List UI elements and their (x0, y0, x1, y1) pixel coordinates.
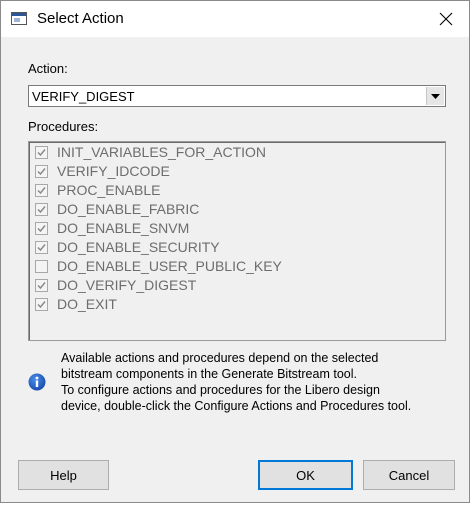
procedure-label: DO_VERIFY_DIGEST (57, 277, 197, 293)
info-line: device, double-click the Configure Actio… (61, 399, 412, 413)
close-icon (439, 12, 453, 26)
procedure-item: INIT_VARIABLES_FOR_ACTION (35, 143, 266, 161)
title-bar: Select Action (1, 1, 469, 37)
info-message: Available actions and procedures depend … (61, 350, 456, 414)
procedure-label: PROC_ENABLE (57, 182, 161, 198)
procedure-checkbox (35, 164, 48, 178)
close-button[interactable] (423, 1, 469, 37)
procedure-checkbox (35, 145, 48, 159)
procedure-label: INIT_VARIABLES_FOR_ACTION (57, 144, 267, 160)
dialog-title: Select Action (37, 10, 124, 27)
app-window-icon (11, 12, 27, 25)
procedure-checkbox (35, 221, 48, 235)
check-icon (37, 281, 46, 289)
check-icon (37, 167, 46, 175)
dropdown-arrow-button[interactable] (426, 87, 444, 105)
action-dropdown[interactable]: VERIFY_DIGEST (28, 85, 446, 107)
procedure-checkbox (35, 297, 48, 311)
check-icon (37, 243, 46, 251)
procedure-label: DO_ENABLE_FABRIC (57, 201, 200, 217)
action-selected-value: VERIFY_DIGEST (32, 89, 135, 104)
chevron-down-icon (431, 93, 440, 99)
check-icon (37, 186, 46, 194)
procedure-checkbox (35, 183, 48, 197)
check-icon (37, 224, 46, 232)
check-icon (37, 148, 46, 156)
check-icon (37, 205, 46, 213)
procedure-item: DO_EXIT (35, 295, 117, 313)
procedure-checkbox-unchecked (35, 259, 48, 273)
procedure-item: DO_ENABLE_SECURITY (35, 238, 220, 256)
procedure-item: DO_ENABLE_SNVM (35, 219, 189, 237)
select-action-dialog: Select Action Action: VERIFY_DIGEST Proc… (0, 0, 470, 503)
action-label: Action: (28, 61, 68, 76)
procedure-label: DO_ENABLE_SNVM (57, 220, 190, 236)
info-line: To configure actions and procedures for … (61, 383, 380, 397)
procedure-label: DO_ENABLE_SECURITY (57, 239, 220, 255)
procedure-item: DO_VERIFY_DIGEST (35, 276, 196, 294)
procedure-item: DO_ENABLE_FABRIC (35, 200, 199, 218)
procedure-item: PROC_ENABLE (35, 181, 160, 199)
ok-button[interactable]: OK (258, 460, 353, 490)
info-icon (28, 373, 46, 391)
procedure-item: VERIFY_IDCODE (35, 162, 170, 180)
procedures-label: Procedures: (28, 119, 99, 134)
procedure-label: DO_ENABLE_USER_PUBLIC_KEY (57, 258, 282, 274)
procedure-label: DO_EXIT (57, 296, 117, 312)
procedure-checkbox (35, 202, 48, 216)
cancel-button[interactable]: Cancel (363, 460, 455, 490)
info-line: Available actions and procedures depend … (61, 351, 379, 365)
info-line: bitstream components in the Generate Bit… (61, 367, 357, 381)
procedures-list: INIT_VARIABLES_FOR_ACTION VERIFY_IDCODE … (28, 141, 446, 341)
check-icon (37, 300, 46, 308)
help-button[interactable]: Help (18, 460, 109, 490)
procedure-label: VERIFY_IDCODE (57, 163, 170, 179)
procedure-checkbox (35, 278, 48, 292)
procedure-checkbox (35, 240, 48, 254)
procedure-item: DO_ENABLE_USER_PUBLIC_KEY (35, 257, 282, 275)
